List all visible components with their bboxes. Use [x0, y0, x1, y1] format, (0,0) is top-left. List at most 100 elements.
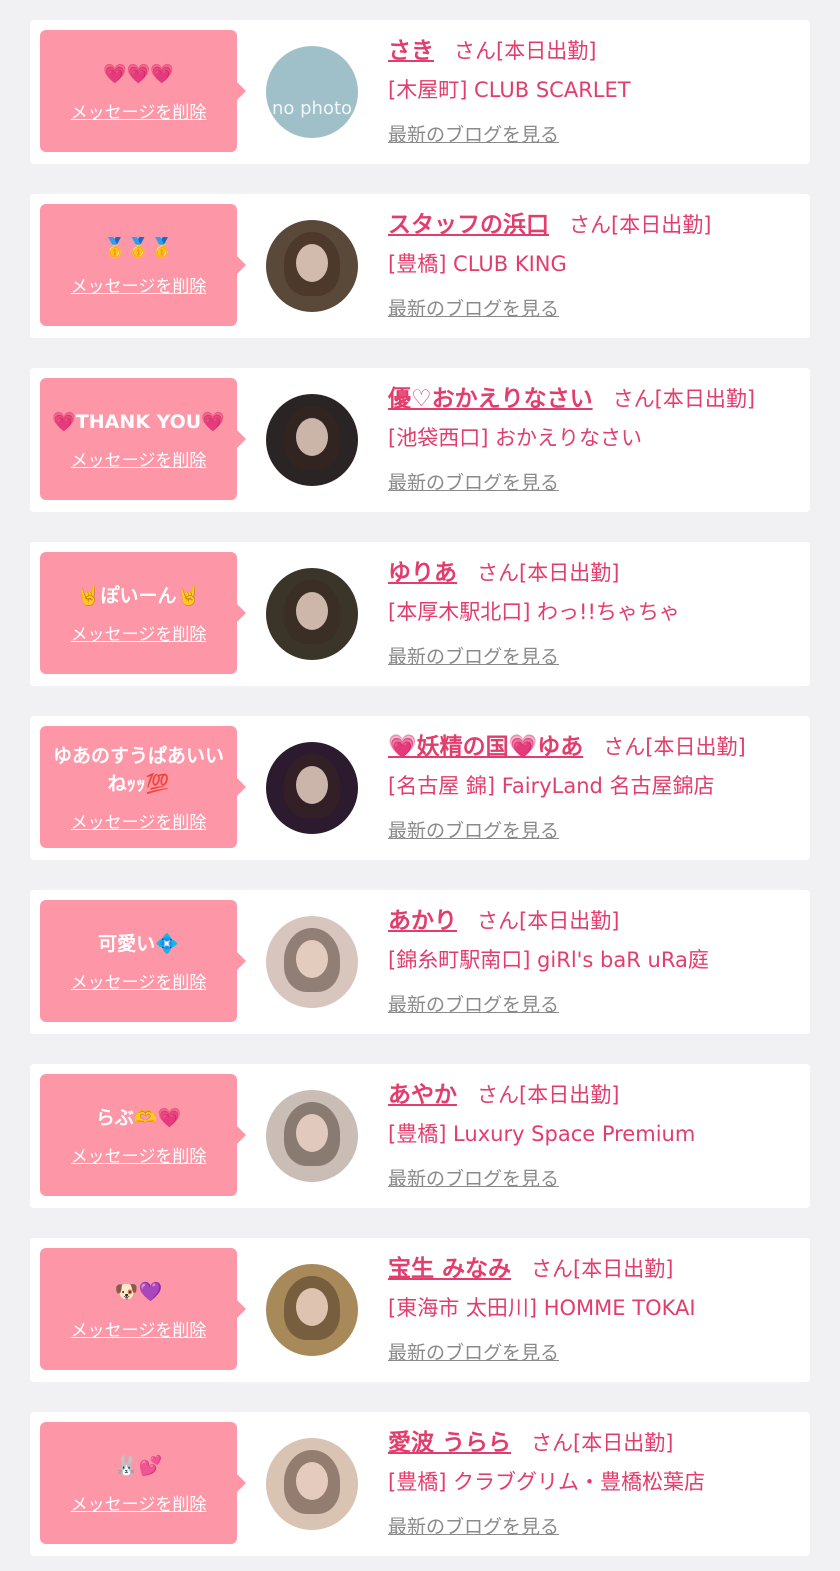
- work-status: [本日出勤]: [573, 1257, 674, 1281]
- delete-message-link[interactable]: メッセージを削除: [71, 272, 207, 297]
- cast-name-link[interactable]: 愛波 うらら: [388, 1426, 511, 1460]
- latest-blog-link[interactable]: 最新のブログを見る: [388, 990, 559, 1017]
- message-card: らぶ🫶💗 メッセージを削除 あやか さん [本日出勤] [豊橋] Luxury Space…: [30, 1064, 810, 1208]
- shop-name: [豊橋] CLUB KING: [388, 252, 567, 276]
- name-line: さき さん [本日出勤]: [388, 34, 808, 68]
- message-list: 💗💗💗 メッセージを削除 no photo さき さん [本日出勤] [木屋町] CLUB …: [0, 0, 840, 1571]
- honorific: さん: [477, 1083, 519, 1107]
- latest-blog-link[interactable]: 最新のブログを見る: [388, 1512, 559, 1539]
- message-card: 🤘ぽいーん🤘 メッセージを削除 ゆりあ さん [本日出勤] [本厚木駅北口] わっ!!ちゃ…: [30, 542, 810, 686]
- avatar-face-shape: [296, 1462, 328, 1500]
- message-text: 🥇🥇🥇: [103, 236, 174, 259]
- avatar[interactable]: [266, 568, 358, 660]
- delete-message-link[interactable]: メッセージを削除: [71, 1142, 207, 1167]
- cast-name-link[interactable]: スタッフの浜口: [388, 208, 549, 242]
- latest-blog-link[interactable]: 最新のブログを見る: [388, 294, 559, 321]
- message-text: らぶ🫶💗: [95, 1106, 182, 1129]
- message-bubble: 🐶💜 メッセージを削除: [40, 1248, 246, 1370]
- message-text: 🐶💜: [114, 1280, 163, 1303]
- message-bubble: ゆあのすうぱあいいねｯｯ💯 メッセージを削除: [40, 726, 246, 848]
- cast-name-link[interactable]: 宝生 みなみ: [388, 1252, 511, 1286]
- honorific: さん: [531, 1257, 574, 1281]
- name-line: 優♡おかえりなさい さん [本日出勤]: [388, 382, 808, 416]
- cast-name-link[interactable]: あかり: [388, 904, 457, 938]
- name-line: スタッフの浜口 さん [本日出勤]: [388, 208, 808, 242]
- message-bubble: 可愛い💠 メッセージを削除: [40, 900, 246, 1022]
- work-status: [本日出勤]: [496, 39, 597, 63]
- message-text: 🐰💕: [114, 1454, 163, 1477]
- latest-blog-link[interactable]: 最新のブログを見る: [388, 816, 559, 843]
- cast-info: さき さん [本日出勤] [木屋町] CLUB SCARLET 最新のブログを見る: [388, 34, 808, 147]
- avatar[interactable]: [266, 1090, 358, 1182]
- message-bubble: らぶ🫶💗 メッセージを削除: [40, 1074, 246, 1196]
- avatar-face-shape: [296, 592, 328, 630]
- cast-name-link[interactable]: 優♡おかえりなさい: [388, 382, 593, 416]
- avatar-face-shape: [296, 1114, 328, 1152]
- no-photo-label: no photo: [271, 98, 353, 119]
- cast-name-link[interactable]: 💗妖精の国💗ゆあ: [388, 730, 583, 764]
- avatar-face-shape: [296, 940, 328, 978]
- latest-blog-link[interactable]: 最新のブログを見る: [388, 1164, 559, 1191]
- message-card: 可愛い💠 メッセージを削除 あかり さん [本日出勤] [錦糸町駅南口] giRl's b…: [30, 890, 810, 1034]
- message-bubble: 🐰💕 メッセージを削除: [40, 1422, 246, 1544]
- avatar[interactable]: [266, 1264, 358, 1356]
- cast-name-link[interactable]: さき: [388, 34, 434, 68]
- latest-blog-link[interactable]: 最新のブログを見る: [388, 468, 559, 495]
- message-text: 💗💗💗: [103, 62, 174, 85]
- message-text: ゆあのすうぱあいいねｯｯ💯: [52, 744, 224, 795]
- cast-info: 宝生 みなみ さん [本日出勤] [東海市 太田川] HOMME TOKAI 最新のブロ…: [388, 1252, 808, 1365]
- avatar[interactable]: [266, 1438, 358, 1530]
- shop-name: [錦糸町駅南口] giRl's baR uRa庭: [388, 948, 709, 972]
- honorific: さん: [569, 213, 611, 237]
- delete-message-link[interactable]: メッセージを削除: [71, 98, 207, 123]
- work-status: [本日出勤]: [519, 1083, 620, 1107]
- cast-info: 愛波 うらら さん [本日出勤] [豊橋] クラブグリム・豊橋松葉店 最新のブログを見る: [388, 1426, 808, 1539]
- cast-info: あやか さん [本日出勤] [豊橋] Luxury Space Premium 最新のブ…: [388, 1078, 808, 1191]
- message-card: 🥇🥇🥇 メッセージを削除 スタッフの浜口 さん [本日出勤] [豊橋] CLUB KING…: [30, 194, 810, 338]
- avatar-face-shape: [296, 418, 328, 456]
- work-status: [本日出勤]: [645, 735, 746, 759]
- message-text: 💗THANK YOU💗: [52, 410, 225, 433]
- delete-message-link[interactable]: メッセージを削除: [71, 1490, 207, 1515]
- cast-info: ゆりあ さん [本日出勤] [本厚木駅北口] わっ!!ちゃちゃ 最新のブログを見る: [388, 556, 808, 669]
- delete-message-link[interactable]: メッセージを削除: [71, 968, 207, 993]
- message-bubble: 🤘ぽいーん🤘 メッセージを削除: [40, 552, 246, 674]
- cast-name-link[interactable]: あやか: [388, 1078, 457, 1112]
- message-bubble: 💗THANK YOU💗 メッセージを削除: [40, 378, 246, 500]
- message-bubble: 🥇🥇🥇 メッセージを削除: [40, 204, 246, 326]
- delete-message-link[interactable]: メッセージを削除: [71, 446, 207, 471]
- shop-name: [名古屋 錦] FairyLand 名古屋錦店: [388, 774, 715, 798]
- message-text: 🤘ぽいーん🤘: [76, 584, 201, 607]
- shop-name: [豊橋] クラブグリム・豊橋松葉店: [388, 1470, 706, 1494]
- avatar[interactable]: [266, 916, 358, 1008]
- work-status: [本日出勤]: [519, 561, 620, 585]
- avatar[interactable]: [266, 742, 358, 834]
- latest-blog-link[interactable]: 最新のブログを見る: [388, 120, 559, 147]
- cast-info: 優♡おかえりなさい さん [本日出勤] [池袋西口] おかえりなさい 最新のブログを見る: [388, 382, 808, 495]
- avatar[interactable]: [266, 394, 358, 486]
- work-status: [本日出勤]: [573, 1431, 674, 1455]
- cast-name-link[interactable]: ゆりあ: [388, 556, 457, 590]
- shop-name: [東海市 太田川] HOMME TOKAI: [388, 1296, 696, 1320]
- shop-name: [池袋西口] おかえりなさい: [388, 426, 643, 450]
- avatar[interactable]: no photo: [266, 46, 358, 138]
- honorific: さん: [477, 561, 519, 585]
- message-card: ゆあのすうぱあいいねｯｯ💯 メッセージを削除 💗妖精の国💗ゆあ さん [本日出勤] [名古…: [30, 716, 810, 860]
- message-card: 💗💗💗 メッセージを削除 no photo さき さん [本日出勤] [木屋町] CLUB …: [30, 20, 810, 164]
- message-text: 可愛い💠: [98, 932, 179, 955]
- cast-info: あかり さん [本日出勤] [錦糸町駅南口] giRl's baR uRa庭 最新のブロ…: [388, 904, 808, 1017]
- delete-message-link[interactable]: メッセージを削除: [71, 1316, 207, 1341]
- honorific: さん: [531, 1431, 574, 1455]
- avatar-face-shape: [296, 1288, 328, 1326]
- latest-blog-link[interactable]: 最新のブログを見る: [388, 642, 559, 669]
- delete-message-link[interactable]: メッセージを削除: [71, 808, 207, 833]
- avatar-face-shape: [296, 766, 328, 804]
- delete-message-link[interactable]: メッセージを削除: [71, 620, 207, 645]
- latest-blog-link[interactable]: 最新のブログを見る: [388, 1338, 559, 1365]
- honorific: さん: [612, 387, 655, 411]
- work-status: [本日出勤]: [519, 909, 620, 933]
- name-line: 愛波 うらら さん [本日出勤]: [388, 1426, 808, 1460]
- avatar[interactable]: [266, 220, 358, 312]
- work-status: [本日出勤]: [611, 213, 712, 237]
- message-card: 🐰💕 メッセージを削除 愛波 うらら さん [本日出勤] [豊橋] クラブグリム・豊橋松葉…: [30, 1412, 810, 1556]
